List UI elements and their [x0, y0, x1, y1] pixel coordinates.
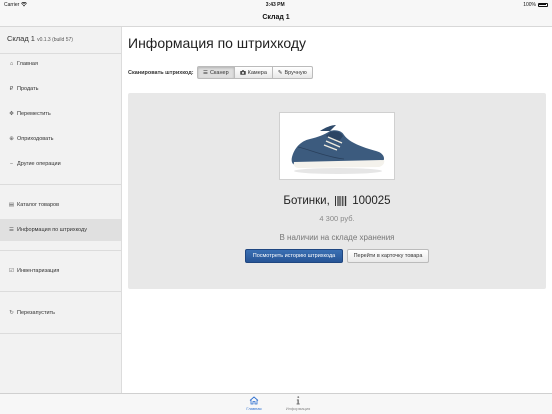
- refresh-icon: ↻: [9, 310, 14, 316]
- divider: [0, 291, 121, 292]
- tab-label: Информация: [285, 406, 311, 411]
- sidebar-item-label: Информация по штрихкоду: [17, 227, 87, 233]
- product-title: Ботинки,: [283, 195, 330, 207]
- sidebar: Склад 1 v0.1.3 (build 57) ⌂ Главная ₽ Пр…: [0, 27, 122, 393]
- product-image: [279, 112, 395, 180]
- divider: [0, 250, 121, 251]
- divider: [0, 333, 121, 334]
- sidebar-item-restart[interactable]: ↻ Перезапустить: [0, 302, 121, 324]
- sidebar-item-other-operations[interactable]: − Другие операции: [0, 153, 121, 175]
- sidebar-item-label: Инвентаризация: [17, 268, 60, 274]
- carrier-label: Carrier: [4, 1, 20, 8]
- open-product-card-button[interactable]: Перейти в карточку товара: [347, 249, 429, 263]
- app-version: v0.1.3 (build 57): [37, 37, 73, 43]
- scan-mode-segmented-control: ☰ Сканер Камера ✎ Вручную: [197, 66, 313, 79]
- page-title: Информация по штрихкоду: [128, 35, 307, 51]
- navigation-bar: Склад 1: [0, 9, 552, 27]
- scan-mode-label: Сканер: [209, 69, 229, 76]
- product-code: 100025: [352, 195, 391, 207]
- wifi-icon: [21, 2, 28, 7]
- home-icon: [249, 396, 259, 405]
- product-price: 4 300 руб.: [319, 214, 355, 223]
- scan-mode-scanner-button[interactable]: ☰ Сканер: [197, 66, 235, 79]
- product-name: Ботинки, 100025: [128, 195, 546, 207]
- sidebar-item-label: Продать: [17, 86, 39, 92]
- sidebar-item-sell[interactable]: ₽ Продать: [0, 78, 121, 100]
- shoe-illustration: [291, 125, 385, 174]
- ruble-icon: ₽: [9, 86, 14, 92]
- nav-title: Склад 1: [262, 14, 290, 21]
- barcode-icon: [335, 195, 347, 206]
- minus-icon: −: [9, 161, 14, 167]
- scan-mode-camera-button[interactable]: Камера: [233, 66, 273, 79]
- status-bar: Carrier 3:43 PM 100%: [0, 0, 552, 9]
- camera-icon: [239, 70, 246, 75]
- barcode-list-icon: ☰: [203, 69, 208, 76]
- tab-info[interactable]: Информация: [278, 396, 318, 411]
- battery-icon: [537, 2, 548, 7]
- sidebar-item-move[interactable]: ✥ Переместить: [0, 103, 121, 125]
- tab-home[interactable]: Главная: [234, 396, 274, 411]
- sidebar-item-label: Переместить: [17, 111, 51, 117]
- sidebar-item-label: Перезапустить: [17, 310, 55, 316]
- sidebar-item-receive[interactable]: ⊕ Оприходовать: [0, 128, 121, 150]
- sidebar-item-catalog[interactable]: ▤ Каталог товаров: [0, 194, 121, 216]
- info-icon: [296, 396, 300, 405]
- catalog-icon: ▤: [8, 202, 15, 208]
- sidebar-item-barcode-info[interactable]: ☰ Информация по штрихкоду: [0, 219, 121, 241]
- app-title: Склад 1 v0.1.3 (build 57): [7, 34, 73, 43]
- sidebar-item-home[interactable]: ⌂ Главная: [0, 53, 121, 75]
- sidebar-item-label: Оприходовать: [17, 136, 54, 142]
- stock-status: В наличии на складе хранения: [279, 233, 395, 242]
- product-info-panel: Ботинки, 100025 4 300 руб. В наличии на …: [128, 93, 546, 289]
- plus-circle-icon: ⊕: [9, 136, 14, 142]
- sidebar-item-label: Другие операции: [17, 161, 61, 167]
- edit-icon: ✎: [277, 69, 283, 76]
- scan-mode-label: Камера: [247, 69, 267, 76]
- view-barcode-history-button[interactable]: Посмотреть историю штрихкода: [245, 249, 343, 263]
- clock: 3:43 PM: [265, 1, 285, 8]
- sidebar-item-label: Каталог товаров: [17, 202, 59, 208]
- app-name: Склад 1: [7, 34, 35, 43]
- check-square-icon: ☑: [9, 268, 14, 274]
- main-content: Информация по штрихкоду Сканировать штри…: [122, 27, 552, 393]
- move-icon: ✥: [9, 111, 14, 117]
- sidebar-item-label: Главная: [17, 61, 38, 67]
- battery-percent: 100%: [523, 1, 536, 8]
- tab-bar: Главная Информация: [0, 393, 552, 414]
- list-icon: ☰: [9, 227, 14, 233]
- scan-label: Сканировать штрихкод:: [128, 70, 194, 76]
- home-icon: ⌂: [9, 61, 14, 67]
- scan-mode-label: Вручную: [284, 69, 307, 76]
- scan-mode-manual-button[interactable]: ✎ Вручную: [271, 66, 313, 79]
- sidebar-item-inventory[interactable]: ☑ Инвентаризация: [0, 260, 121, 282]
- divider: [0, 184, 121, 185]
- tab-label: Главная: [246, 406, 262, 411]
